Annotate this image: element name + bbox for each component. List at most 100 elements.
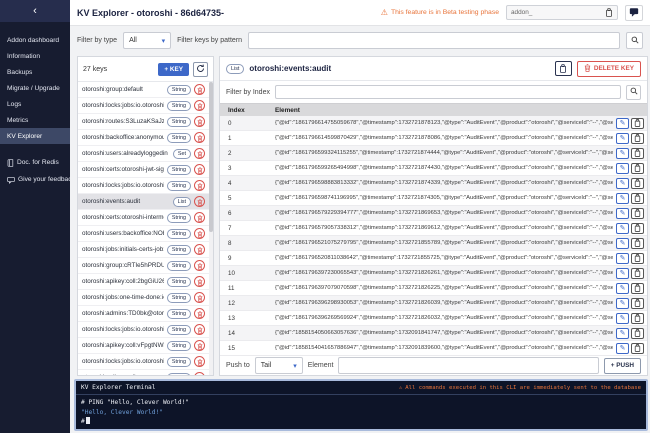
copy-element-button[interactable] (631, 237, 644, 249)
key-row[interactable]: otoroshi:admins:TD0bk@otoroshi.io String (78, 306, 213, 322)
delete-key-row-button[interactable] (194, 196, 205, 207)
edit-element-button[interactable]: ✎ (616, 192, 629, 204)
key-row[interactable]: otoroshi:routes:S3LuzaKSaJztGzPF String (78, 114, 213, 130)
edit-element-button[interactable]: ✎ (616, 162, 629, 174)
delete-key-row-button[interactable] (194, 356, 205, 367)
key-row[interactable]: otoroshi:jobs:initials-certs-job:wildcar… (78, 242, 213, 258)
push-position-select[interactable]: Tail ▾ (254, 357, 303, 374)
sidebar-item-migrate-upgrade[interactable]: Migrate / Upgrade (0, 80, 70, 96)
kv-explorer-terminal[interactable]: KV Explorer Terminal ⚠ All commands exec… (74, 379, 648, 431)
key-row[interactable]: otoroshi:group:cRTIe5hPRDUfLgeT String (78, 258, 213, 274)
key-row[interactable]: otoroshi:locks:jobs:io.otoroshi.core.job… (78, 178, 213, 194)
delete-key-row-button[interactable] (194, 228, 205, 239)
add-key-button[interactable]: + KEY (158, 62, 189, 76)
sidebar-item-metrics[interactable]: Metrics (0, 112, 70, 128)
sidebar-collapse-button[interactable]: ‹ (0, 0, 70, 22)
delete-key-row-button[interactable] (194, 180, 205, 191)
chat-button[interactable] (625, 4, 643, 21)
delete-key-row-button[interactable] (194, 308, 205, 319)
edit-element-button[interactable]: ✎ (616, 207, 629, 219)
key-row[interactable]: otoroshi:locks:jobs:io.otoroshi.core.job… (78, 354, 213, 370)
key-row[interactable]: otoroshi:locks:jobs:io.otoroshi.plugins.… (78, 322, 213, 338)
delete-key-row-button[interactable] (194, 292, 205, 303)
delete-key-row-button[interactable] (194, 340, 205, 351)
edit-element-button[interactable]: ✎ (616, 132, 629, 144)
delete-key-row-button[interactable] (194, 324, 205, 335)
copy-key-button[interactable] (554, 61, 572, 76)
edit-element-button[interactable]: ✎ (616, 222, 629, 234)
terminal-body[interactable]: # PING "Hello, Clever World!" "Hello, Cl… (76, 395, 646, 429)
sidebar-item-backups[interactable]: Backups (0, 64, 70, 80)
delete-key-row-button[interactable] (194, 148, 205, 159)
edit-element-button[interactable]: ✎ (616, 312, 629, 324)
index-search-button[interactable] (626, 84, 641, 100)
push-element-input[interactable] (338, 357, 599, 374)
filter-pattern-input[interactable] (248, 32, 620, 49)
key-row[interactable]: otoroshi:apikey:coll:vFpgtNWhAKJpGK1 Str… (78, 338, 213, 354)
edit-element-button[interactable]: ✎ (616, 267, 629, 279)
key-row[interactable]: otoroshi:apikey:coll:2bgGiU26Ccdt7RZe St… (78, 274, 213, 290)
copy-icon[interactable] (605, 8, 613, 17)
copy-element-button[interactable] (631, 177, 644, 189)
copy-element-button[interactable] (631, 117, 644, 129)
edit-element-button[interactable]: ✎ (616, 252, 629, 264)
copy-element-button[interactable] (631, 147, 644, 159)
delete-key-row-button[interactable] (194, 116, 205, 127)
delete-key-row-button[interactable] (194, 372, 205, 375)
sidebar-item-addon-dashboard[interactable]: Addon dashboard (0, 32, 70, 48)
sidebar-item-information[interactable]: Information (0, 48, 70, 64)
key-row[interactable]: otoroshi:events:audit List (78, 194, 213, 210)
edit-element-button[interactable]: ✎ (616, 282, 629, 294)
copy-element-button[interactable] (631, 312, 644, 324)
key-row[interactable]: otoroshi:users:alreadyloggedin Set (78, 146, 213, 162)
delete-key-button[interactable]: DELETE KEY (576, 60, 641, 77)
key-row[interactable]: otoroshi:certs:otoroshi-jwt-signing Stri… (78, 162, 213, 178)
filter-type-select[interactable]: All ▾ (123, 32, 172, 49)
sidebar-item-give-feedback[interactable]: Give your feedback (0, 171, 70, 188)
key-row[interactable]: otoroshi:locks:jobs:io.otoroshi.core.hea… (78, 98, 213, 114)
copy-element-button[interactable] (631, 252, 644, 264)
key-row[interactable]: otoroshi:users:backoffice:NObbFwWEXWAW..… (78, 226, 213, 242)
delete-key-row-button[interactable] (194, 244, 205, 255)
delete-key-row-button[interactable] (194, 276, 205, 287)
edit-element-button[interactable]: ✎ (616, 297, 629, 309)
copy-element-button[interactable] (631, 297, 644, 309)
edit-element-button[interactable]: ✎ (616, 327, 629, 339)
copy-element-button[interactable] (631, 192, 644, 204)
sidebar-item-logs[interactable]: Logs (0, 96, 70, 112)
delete-key-row-button[interactable] (194, 132, 205, 143)
keys-scrollbar-thumb[interactable] (209, 82, 213, 232)
key-row[interactable]: otoroshi:jobs:one-time-done:io.otoroshi.… (78, 290, 213, 306)
edit-element-button[interactable]: ✎ (616, 117, 629, 129)
search-button[interactable] (626, 32, 643, 49)
delete-key-row-button[interactable] (194, 100, 205, 111)
copy-element-button[interactable] (631, 162, 644, 174)
delete-key-row-button[interactable] (194, 84, 205, 95)
refresh-button[interactable] (193, 61, 208, 77)
addon-id-field[interactable]: addon_ (506, 5, 618, 20)
copy-element-button[interactable] (631, 327, 644, 339)
delete-key-row-button[interactable] (194, 260, 205, 271)
index-filter-input[interactable] (274, 85, 621, 99)
copy-element-button[interactable] (631, 282, 644, 294)
key-row[interactable]: otoroshi:apikey:coll: String (78, 370, 213, 375)
key-row[interactable]: otoroshi:backoffice:anonymous-reporting-… (78, 130, 213, 146)
copy-element-button[interactable] (631, 267, 644, 279)
copy-element-button[interactable] (631, 222, 644, 234)
push-button[interactable]: + PUSH (603, 357, 641, 374)
sidebar-item-kv-explorer[interactable]: KV Explorer (0, 128, 70, 144)
key-row[interactable]: otoroshi:group:default String (78, 82, 213, 98)
copy-element-button[interactable] (631, 132, 644, 144)
terminal-prompt[interactable]: # (81, 417, 641, 427)
edit-element-button[interactable]: ✎ (616, 237, 629, 249)
edit-element-button[interactable]: ✎ (616, 177, 629, 189)
delete-key-row-button[interactable] (194, 164, 205, 175)
edit-element-button[interactable]: ✎ (616, 342, 629, 354)
edit-element-button[interactable]: ✎ (616, 147, 629, 159)
sidebar-item-doc-for-redis[interactable]: Doc. for Redis (0, 154, 70, 171)
delete-key-row-button[interactable] (194, 212, 205, 223)
copy-element-button[interactable] (631, 207, 644, 219)
copy-element-button[interactable] (631, 342, 644, 354)
warning-triangle-icon: ⚠ (398, 384, 403, 391)
key-row[interactable]: otoroshi:certs:otoroshi-intermediate-ca … (78, 210, 213, 226)
